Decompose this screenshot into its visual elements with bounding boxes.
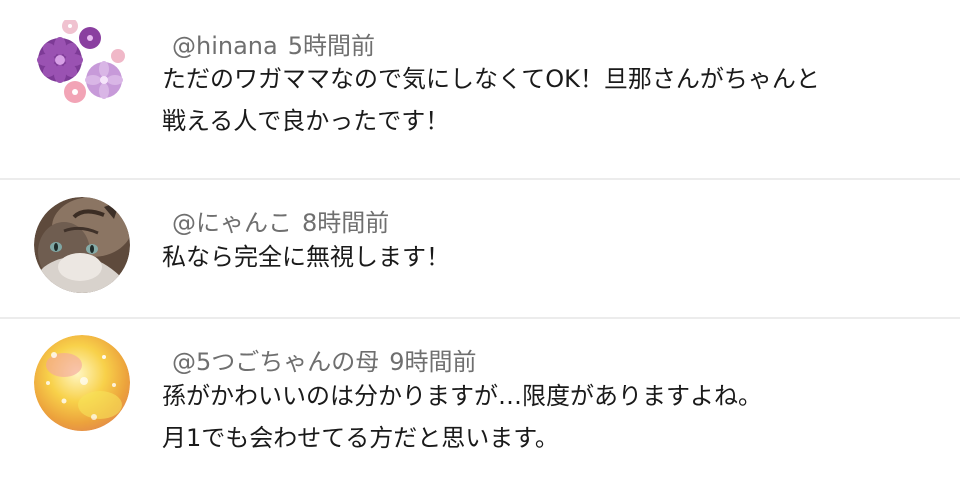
comment-text: 孫がかわいいのは分かりますが…限度がありますよね。 月1でも会わせてる方だと思い… [162, 375, 952, 459]
cat-avatar-image [34, 197, 130, 293]
avatar-sparkle[interactable] [34, 335, 130, 431]
comment-text: ただのワガママなので気にしなくてOK！旦那さんがちゃんと 戦える人で良かったです… [162, 58, 952, 142]
flower-avatar-image [37, 18, 125, 103]
comment-text-line: 戦える人で良かったです！ [162, 107, 450, 135]
comment-item: @5つごちゃんの母 9時間前 孫がかわいいのは分かりますが…限度がありますよね。 … [0, 319, 960, 500]
comment-meta: @5つごちゃんの母 9時間前 [172, 342, 477, 377]
comment-text: 私なら完全に無視します！ [162, 236, 952, 278]
comment-meta: @hinana 5時間前 [172, 26, 375, 61]
avatar-cat[interactable] [34, 197, 130, 293]
comment-text-line: 私なら完全に無視します！ [162, 243, 450, 271]
timestamp: 8時間前 [302, 209, 390, 237]
comment-text-line: ただのワガママなので気にしなくてOK！旦那さんがちゃんと [162, 65, 820, 93]
timestamp: 5時間前 [287, 32, 375, 60]
sparkle-avatar-image [34, 335, 130, 431]
username[interactable]: @にゃんこ [172, 209, 292, 237]
username[interactable]: @5つごちゃんの母 [172, 348, 379, 376]
comment-text-line: 孫がかわいいのは分かりますが…限度がありますよね。 [162, 382, 762, 410]
timestamp: 9時間前 [389, 348, 477, 376]
avatar-flowers[interactable] [34, 18, 130, 116]
comment-text-line: 月1でも会わせてる方だと思います。 [162, 424, 559, 452]
comment-list: @hinana 5時間前 ただのワガママなので気にしなくてOK！旦那さんがちゃんと… [0, 0, 960, 500]
comment-meta: @にゃんこ 8時間前 [172, 203, 389, 238]
username[interactable]: @hinana [172, 32, 278, 60]
comment-item: @hinana 5時間前 ただのワガママなので気にしなくてOK！旦那さんがちゃんと… [0, 0, 960, 180]
comment-item: @にゃんこ 8時間前 私なら完全に無視します！ [0, 180, 960, 319]
